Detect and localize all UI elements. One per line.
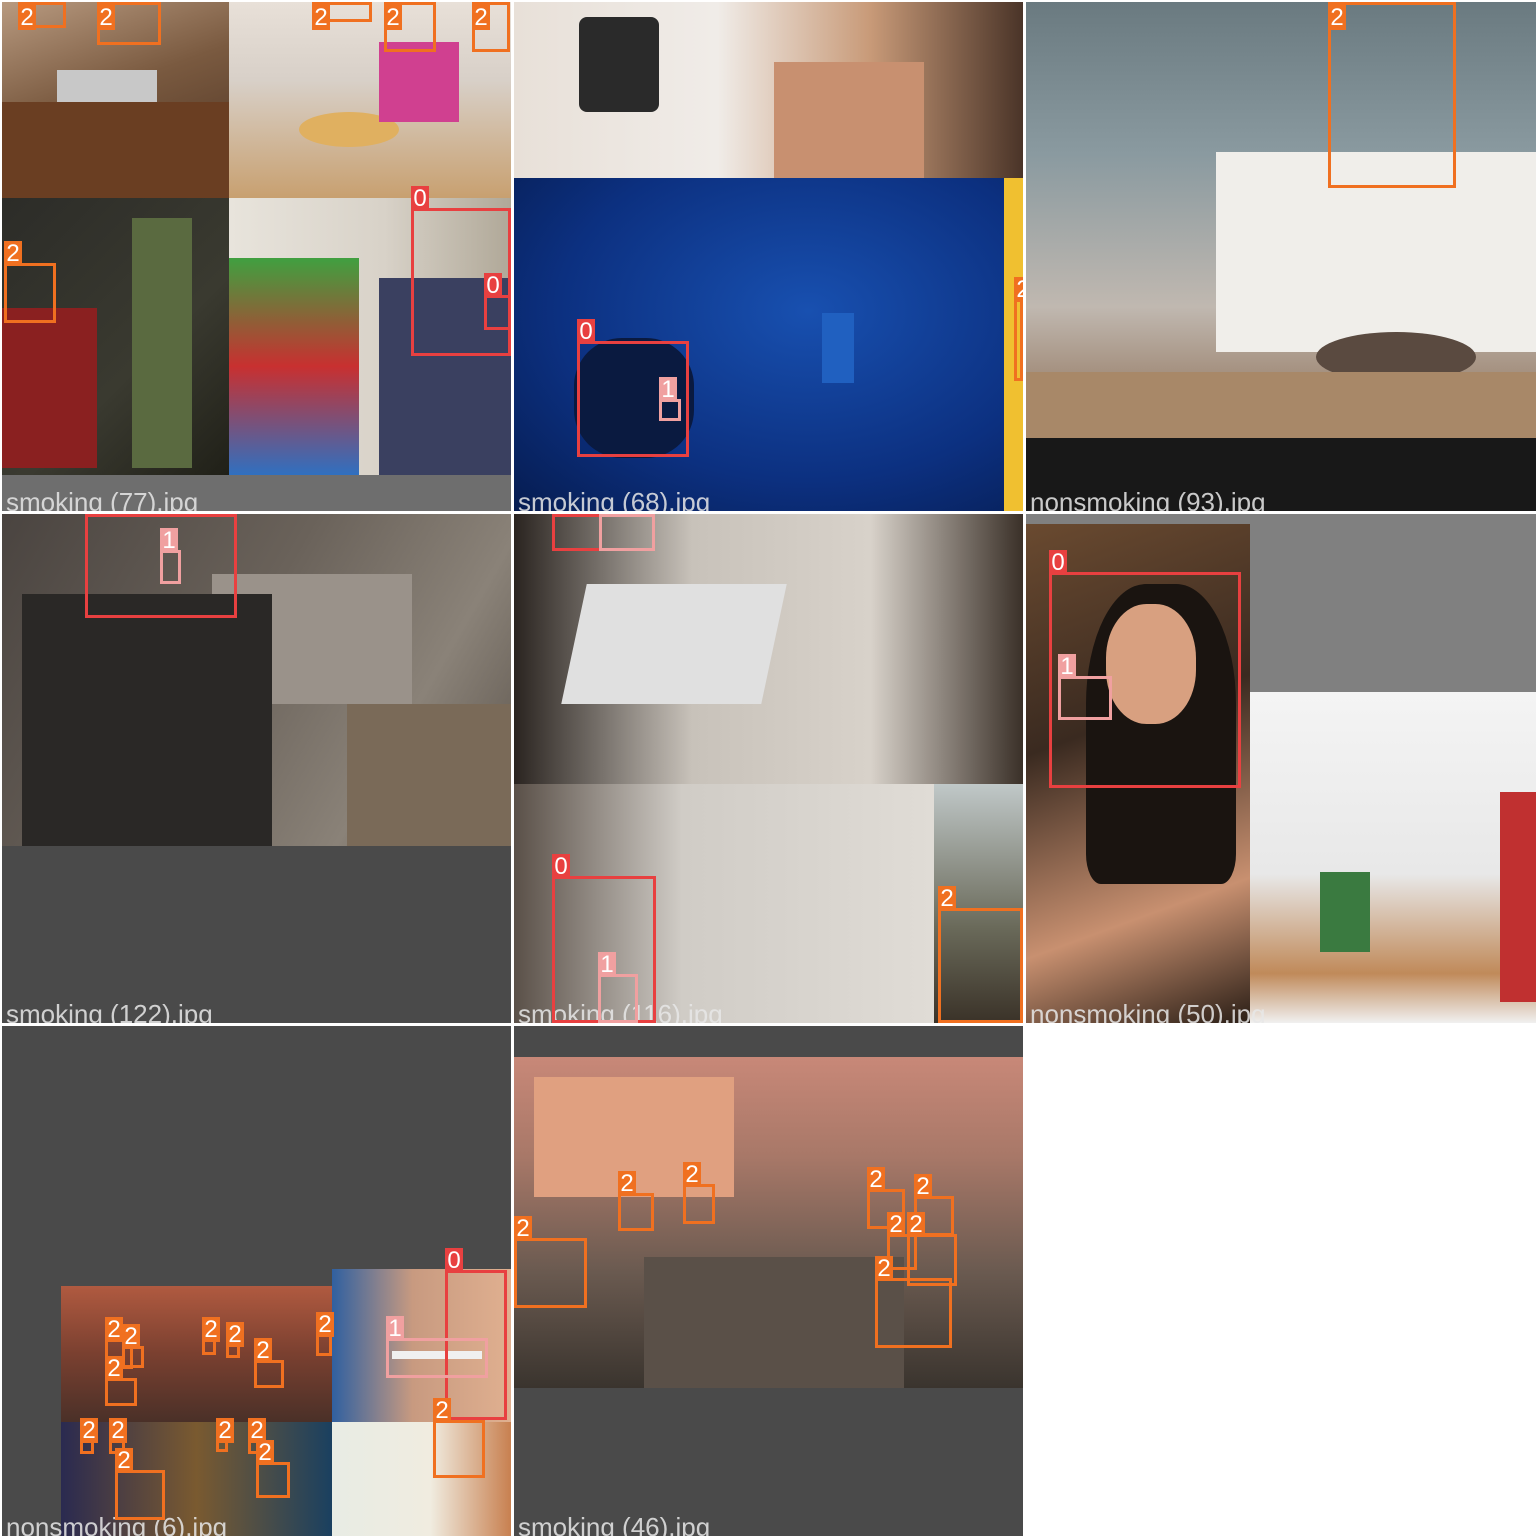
photo-man-sofa-smoking (2, 514, 511, 846)
bbox-class-2: 2 (226, 1322, 244, 1358)
photo-man-laptop-sofa (514, 514, 1023, 784)
tile-filename: nonsmoking (50).jpg (1030, 999, 1266, 1023)
bbox-class-2: 2 (618, 1171, 654, 1231)
bbox-class-2: 2 (80, 1418, 98, 1454)
person-red-shape (1500, 792, 1536, 1002)
photo-phone-hands (514, 2, 1023, 178)
bbox-class-2: 2 (115, 1448, 165, 1520)
bbox-class-2: 2 (254, 1338, 284, 1388)
bbox-class-2: 2 (216, 1418, 234, 1452)
bbox-class-0: 0 (484, 273, 511, 330)
bbox-class-2: 2 (683, 1162, 715, 1224)
bbox-class-2: 2 (312, 2, 372, 31)
bbox-class-2: 2 (105, 1356, 137, 1406)
tile-filename: smoking (68).jpg (518, 487, 711, 511)
tile-smoking-77: smoking (77).jpg 2 2 2 2 2 2 0 0 (2, 2, 511, 511)
bbox-class-2: 2 (433, 1398, 485, 1478)
tile-nonsmoking-6: nonsmoking (6).jpg 0 1 2 2 2 2 2 2 2 2 2… (2, 1026, 511, 1536)
laptop-shape (561, 584, 787, 704)
table-shape (2, 102, 229, 198)
photo-man-laptop-dark (2, 198, 229, 475)
bbox-class-1: 1 (386, 1316, 488, 1378)
bbox-class-1: 1 (598, 952, 638, 1023)
bbox-class-2: 2 (1328, 2, 1456, 188)
bbox-class-2: 2 (875, 1256, 952, 1348)
bbox-class-2: 2 (202, 1317, 220, 1355)
bbox-class-2: 2 (1014, 277, 1023, 381)
arm-shape (774, 62, 924, 178)
phone-shape (579, 17, 659, 112)
bbox-class-2: 2 (4, 241, 56, 323)
tile-smoking-68: smoking (68).jpg 0 1 2 (514, 2, 1023, 511)
tile-nonsmoking-50: nonsmoking (50).jpg 0 1 (1026, 514, 1536, 1023)
tile-smoking-46: smoking (46).jpg 2 2 2 2 2 2 2 2 (514, 1026, 1023, 1536)
plant-shape (132, 218, 192, 468)
bbox-class-2: 2 (122, 1324, 144, 1368)
bbox-class-2: 2 (472, 2, 510, 52)
tile-filename: nonsmoking (93).jpg (1030, 487, 1266, 511)
bbox-class-1: 1 (659, 377, 681, 421)
bbox-class-1: 1 (599, 514, 655, 551)
table-shape (347, 704, 511, 846)
bbox-class-2: 2 (938, 886, 1023, 1023)
tile-nonsmoking-93: nonsmoking (93).jpg 2 (1026, 2, 1536, 511)
tile-filename: smoking (122).jpg (6, 999, 213, 1023)
plant-shape (1320, 872, 1370, 952)
photo-man-eating (1026, 2, 1536, 438)
bbox-class-1: 1 (1058, 654, 1112, 720)
photo-restaurant-crowd (61, 1286, 332, 1422)
tile-smoking-116: smoking (116).jpg 0 1 0 1 2 (514, 514, 1023, 1023)
photo-kitchen (1250, 692, 1536, 1023)
table-shape (1026, 372, 1536, 438)
man-shirt-shape (22, 594, 272, 846)
person-pink-shape (379, 42, 459, 122)
bbox-class-1: 1 (160, 528, 181, 584)
person-red-shape (2, 308, 97, 468)
photo-family-dinner (229, 2, 511, 198)
tile-filename: smoking (46).jpg (518, 1512, 711, 1536)
tile-filename: smoking (77).jpg (6, 487, 199, 511)
bbox-class-2: 2 (97, 2, 161, 45)
bbox-class-2: 2 (18, 2, 66, 31)
bbox-class-2: 2 (256, 1440, 290, 1498)
switch-shape (822, 313, 854, 383)
bbox-class-0: 0 (552, 514, 602, 551)
bbox-class-2: 2 (316, 1312, 334, 1356)
table-shape (644, 1257, 904, 1388)
bbox-class-2: 2 (514, 1216, 587, 1308)
tile-smoking-122: smoking (122).jpg 0 1 (2, 514, 511, 1023)
bbox-class-2: 2 (384, 2, 436, 52)
clothes-pile-shape (229, 258, 359, 475)
